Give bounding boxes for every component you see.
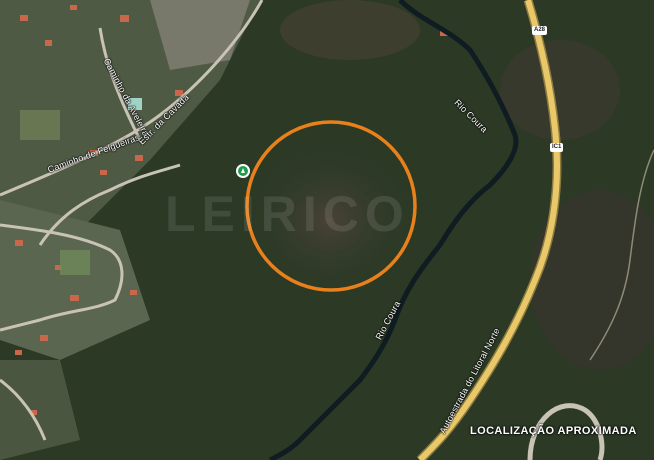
location-pin-icon[interactable] xyxy=(236,164,250,178)
watermark: LEIRICO xyxy=(165,186,410,242)
shield-ic1-badge: IC1 xyxy=(550,143,564,152)
satellite-map[interactable]: LEIRICO Caminho da Aveleira Estr. da Cav… xyxy=(0,0,654,460)
approximate-location-note: LOCALIZAÇÃO APROXIMADA xyxy=(470,425,637,437)
shield-a28-badge: A28 xyxy=(532,26,548,35)
